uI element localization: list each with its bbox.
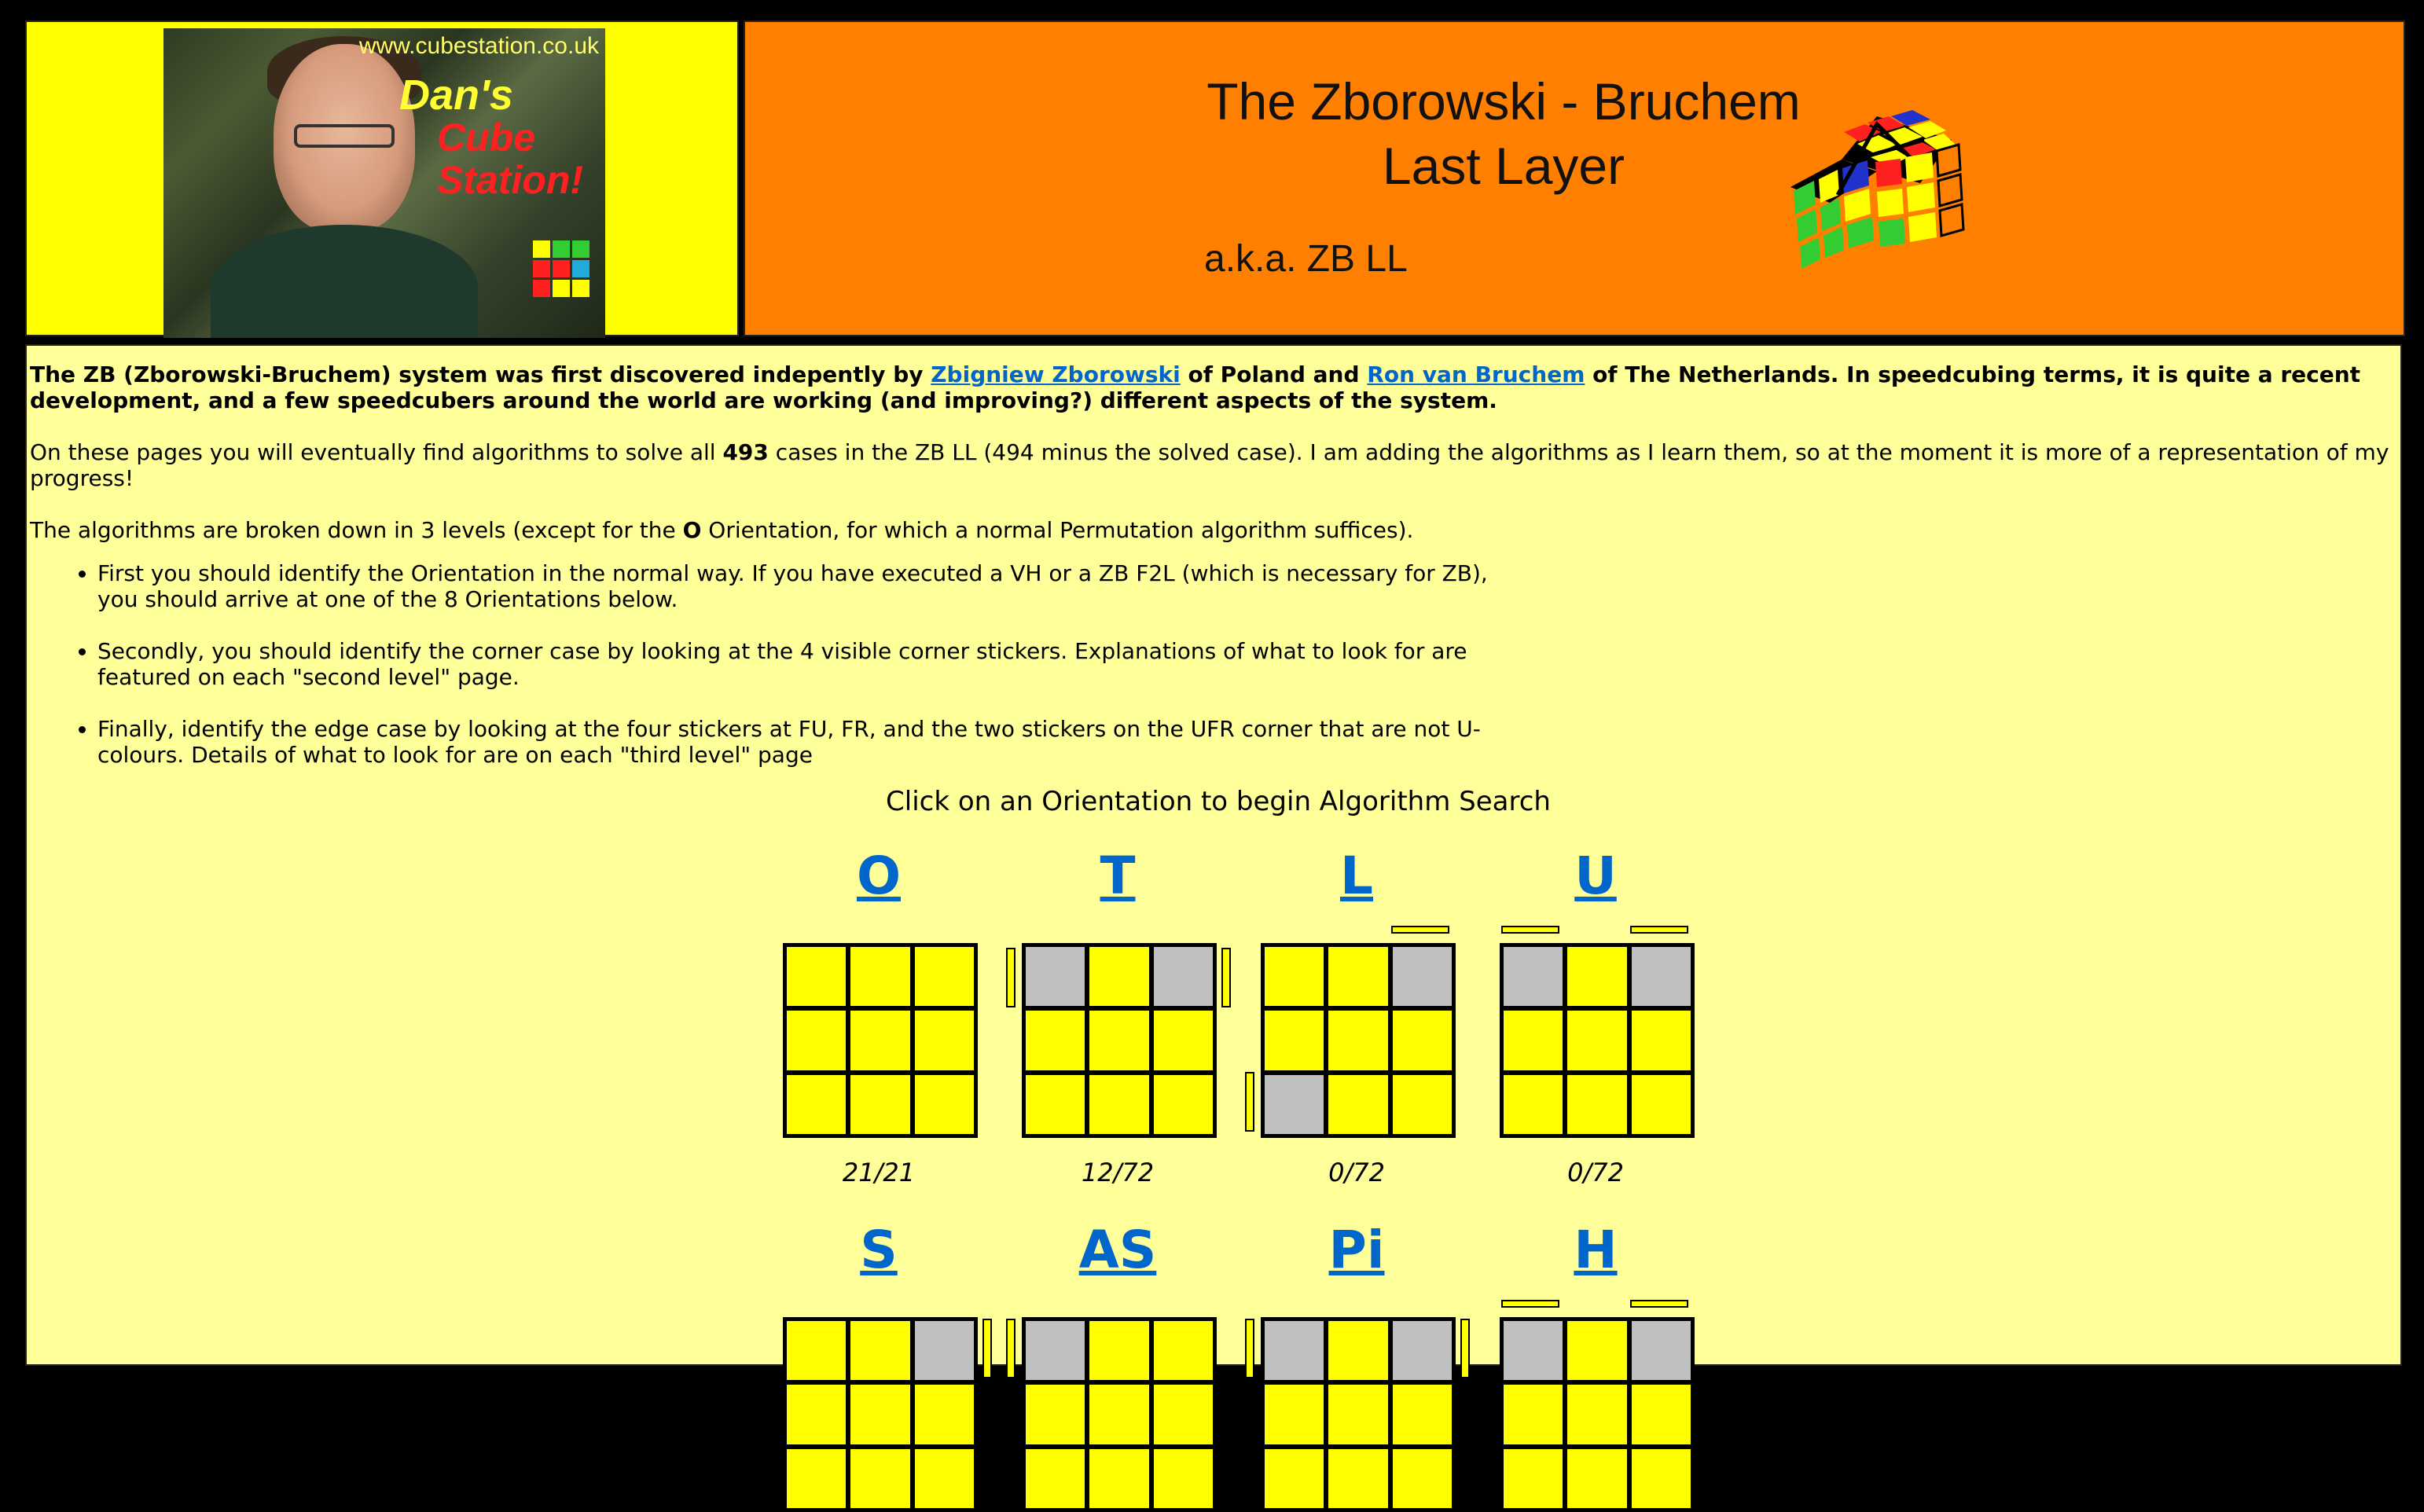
orientation-link-as[interactable]: AS (1016, 1224, 1220, 1276)
header-photo-panel: www.cubestation.co.uk Dan's Cube Station… (25, 20, 739, 338)
photo-glasses (294, 124, 395, 148)
banner-title-line2: Cube (437, 116, 535, 160)
orientation-diagram-l[interactable] (1261, 943, 1456, 1138)
side-sticker (1391, 926, 1449, 934)
orientation-diagram-t[interactable] (1022, 943, 1217, 1138)
cubestation-banner-image: www.cubestation.co.uk Dan's Cube Station… (163, 28, 605, 338)
orientation-link-s[interactable]: S (777, 1224, 981, 1276)
orientation-diagram-u[interactable] (1500, 943, 1695, 1138)
intro-text: The algorithms are broken down in 3 leve… (30, 517, 683, 543)
side-sticker (1245, 1072, 1254, 1132)
list-item: Secondly, you should identify the corner… (97, 638, 1497, 690)
banner-title: Dan's Cube Station! (399, 74, 583, 201)
list-item: First you should identify the Orientatio… (97, 560, 1497, 612)
page-title-line1: The Zborowski - Bruchem (1206, 72, 1801, 130)
orientation-link-o[interactable]: O (777, 850, 981, 902)
banner-url-text: www.cubestation.co.uk (358, 33, 599, 59)
side-sticker (982, 1319, 992, 1378)
intro-text: Orientation, for which a normal Permutat… (701, 517, 1414, 543)
intro-text: of Poland and (1180, 361, 1368, 387)
intro-paragraph-1: The ZB (Zborowski-Bruchem) system was fi… (30, 361, 2397, 413)
instruction-text: Click on an Orientation to begin Algorit… (886, 786, 1551, 817)
page-subtitle: a.k.a. ZB LL (1204, 238, 1408, 280)
orientation-diagram-h[interactable] (1500, 1317, 1695, 1512)
photo-shirt (211, 225, 478, 338)
list-item: Finally, identify the edge case by looki… (97, 716, 1497, 768)
orientation-diagram-pi[interactable] (1261, 1317, 1456, 1512)
link-ron-van-bruchem[interactable]: Ron van Bruchem (1367, 361, 1585, 387)
main-content: The ZB (Zborowski-Bruchem) system was fi… (25, 344, 2402, 1512)
intro-text: On these pages you will eventually find … (30, 439, 723, 465)
side-sticker (1245, 1319, 1254, 1378)
progress-count-o: 21/21 (842, 1158, 916, 1187)
side-sticker (1630, 1300, 1688, 1308)
case-count: 493 (722, 439, 769, 465)
rubiks-cube-icon (1790, 110, 1965, 269)
side-sticker (1630, 926, 1688, 934)
link-zbigniew-zborowski[interactable]: Zbigniew Zborowski (931, 361, 1181, 387)
side-sticker (1460, 1319, 1470, 1378)
steps-list: First you should identify the Orientatio… (30, 560, 1497, 768)
orientation-link-t[interactable]: T (1016, 850, 1220, 902)
banner-title-line3: Station! (437, 158, 584, 202)
orientation-link-l[interactable]: L (1254, 850, 1459, 902)
page-title-line2: Last Layer (1382, 137, 1625, 195)
side-sticker (1221, 948, 1231, 1007)
progress-count-t: 12/72 (1081, 1158, 1155, 1187)
orientation-link-h[interactable]: H (1493, 1224, 1698, 1276)
side-sticker (1501, 926, 1559, 934)
intro-paragraph-2: On these pages you will eventually find … (30, 439, 2397, 491)
page-frame: www.cubestation.co.uk Dan's Cube Station… (19, 16, 2405, 1512)
side-sticker (1501, 1300, 1559, 1308)
header-title-panel: The Zborowski - Bruchem Last Layer a.k.a… (744, 20, 2405, 336)
progress-count-l: 0/72 (1328, 1158, 1385, 1187)
orientation-link-u[interactable]: U (1493, 850, 1698, 902)
banner-cube-icon (533, 240, 589, 297)
progress-count-u: 0/72 (1567, 1158, 1624, 1187)
orientation-link-pi[interactable]: Pi (1254, 1224, 1459, 1276)
intro-text: The ZB (Zborowski-Bruchem) system was fi… (30, 361, 931, 387)
orientation-diagram-o[interactable] (783, 943, 978, 1138)
side-sticker (1006, 1319, 1016, 1378)
orientation-diagram-as[interactable] (1022, 1317, 1217, 1512)
page-title: The Zborowski - Bruchem Last Layer (745, 69, 2262, 198)
intro-paragraph-3: The algorithms are broken down in 3 leve… (30, 517, 2397, 543)
side-sticker (1006, 948, 1016, 1007)
orientation-diagram-s[interactable] (783, 1317, 978, 1512)
orientation-o-label: O (682, 517, 702, 543)
banner-title-line1: Dan's (399, 72, 513, 119)
